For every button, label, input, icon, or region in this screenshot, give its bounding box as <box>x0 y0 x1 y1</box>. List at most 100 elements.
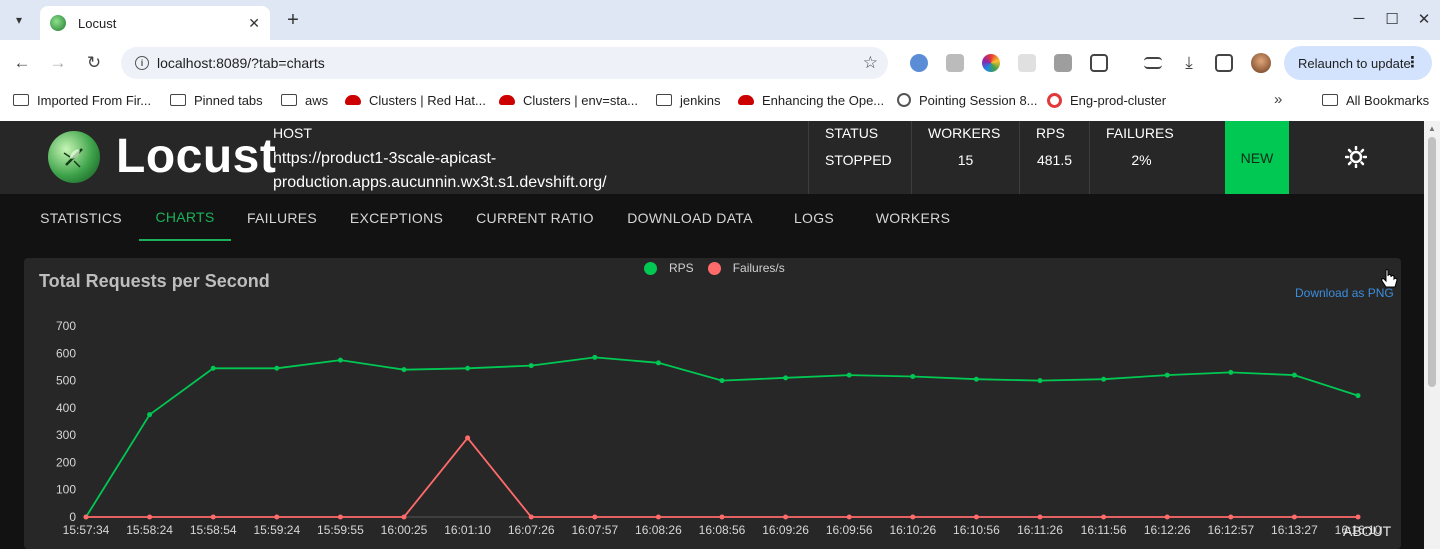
page-scrollbar[interactable]: ▲ <box>1424 121 1440 549</box>
folder-icon <box>13 94 29 106</box>
tab-logs[interactable]: LOGS <box>770 194 858 241</box>
browser-toolbar: ← → ↻ i localhost:8089/?tab=charts ☆ ⤓ R… <box>0 40 1440 86</box>
bookmarks-bar: Imported From Fir... Pinned tabs aws Clu… <box>0 86 1440 114</box>
maximize-icon[interactable]: ☐ <box>1382 10 1402 28</box>
bookmark-label: Pinned tabs <box>194 92 263 108</box>
workers-stat: WORKERS 15 <box>911 121 1019 194</box>
scroll-up-icon[interactable]: ▲ <box>1428 124 1436 133</box>
rps-chart-card: Total Requests per Second RPS Failures/s… <box>24 258 1401 549</box>
stat-label: FAILURES <box>1106 125 1174 141</box>
locust-app: Locust HOST https://product1-3scale-apic… <box>0 121 1424 549</box>
bookmark-item[interactable]: jenkins <box>656 91 720 109</box>
avatar[interactable] <box>1251 53 1271 73</box>
extension-4-icon[interactable] <box>1018 54 1036 72</box>
bookmark-item[interactable]: Enhancing the Ope... <box>738 91 884 109</box>
extension-3-icon[interactable] <box>982 54 1000 72</box>
about-link[interactable]: ABOUT <box>1343 523 1391 539</box>
minimize-icon[interactable]: ─ <box>1349 10 1369 27</box>
tab-charts[interactable]: CHARTS <box>139 194 231 241</box>
folder-icon <box>656 94 672 106</box>
app-logo-text[interactable]: Locust <box>116 129 276 184</box>
tab-current-ratio[interactable]: CURRENT RATIO <box>460 194 610 241</box>
tab-failures[interactable]: FAILURES <box>231 194 333 241</box>
reload-button[interactable]: ↻ <box>83 52 105 74</box>
stat-value: 2% <box>1131 152 1152 168</box>
rps-stat: RPS 481.5 <box>1019 121 1089 194</box>
tab-download-data[interactable]: DOWNLOAD DATA <box>610 194 770 241</box>
app-header: Locust HOST https://product1-3scale-apic… <box>0 121 1424 194</box>
bookmark-label: Imported From Fir... <box>37 92 152 108</box>
download-png-link[interactable]: Download as PNG <box>1295 286 1394 300</box>
browser-tab[interactable]: Locust ✕ <box>40 6 270 40</box>
site-info-icon[interactable]: i <box>135 56 149 70</box>
stat-value: 481.5 <box>1036 152 1073 168</box>
new-test-button[interactable]: NEW <box>1225 121 1289 194</box>
address-bar[interactable]: i localhost:8089/?tab=charts ☆ <box>121 47 888 79</box>
bookmark-star-icon[interactable]: ☆ <box>863 53 878 73</box>
legend-label: RPS <box>669 261 694 275</box>
bookmark-item[interactable]: Pinned tabs <box>170 91 263 109</box>
bookmark-item[interactable]: Clusters | Red Hat... <box>345 91 486 109</box>
bookmark-label: Clusters | Red Hat... <box>369 92 486 108</box>
close-window-icon[interactable]: ✕ <box>1414 10 1434 28</box>
bookmark-item[interactable]: Pointing Session 8... <box>897 91 1038 109</box>
redhat-icon <box>738 95 754 105</box>
folder-icon <box>1322 94 1338 106</box>
side-panel-icon[interactable] <box>1215 54 1233 72</box>
tab-workers[interactable]: WORKERS <box>858 194 968 241</box>
bookmark-item[interactable]: aws <box>281 91 328 109</box>
url-text[interactable]: localhost:8089/?tab=charts <box>157 55 863 71</box>
bookmark-item[interactable]: Imported From Fir... <box>13 91 151 109</box>
media-control-icon[interactable] <box>1144 57 1162 69</box>
bookmark-label: jenkins <box>680 92 721 108</box>
theme-toggle-icon[interactable] <box>1345 146 1367 168</box>
chart-title: Total Requests per Second <box>39 271 270 291</box>
stat-label: RPS <box>1036 125 1065 141</box>
locust-favicon-icon <box>50 15 66 31</box>
legend-item-rps[interactable]: RPS <box>644 261 694 275</box>
extension-2-icon[interactable] <box>946 54 964 72</box>
bookmark-item[interactable]: Eng-prod-cluster <box>1047 91 1166 109</box>
legend-item-failures[interactable]: Failures/s <box>707 261 785 275</box>
legend-dot-icon <box>707 261 721 275</box>
tab-exceptions[interactable]: EXCEPTIONS <box>333 194 460 241</box>
tab-statistics[interactable]: STATISTICS <box>24 194 138 241</box>
app-tabs: STATISTICS CHARTS FAILURES EXCEPTIONS CU… <box>0 194 1424 242</box>
openshift-icon <box>1047 92 1062 108</box>
legend-label: Failures/s <box>732 261 785 275</box>
stat-value: 15 <box>957 152 974 168</box>
forward-button[interactable]: → <box>47 52 69 74</box>
redhat-icon <box>345 95 361 105</box>
extensions-puzzle-icon[interactable] <box>1090 54 1108 72</box>
relaunch-button[interactable]: Relaunch to update ⋮ <box>1284 46 1432 80</box>
all-bookmarks-label: All Bookmarks <box>1346 92 1430 108</box>
chevron-double-right-icon[interactable]: » <box>1274 91 1282 108</box>
more-menu-icon[interactable]: ⋮ <box>1405 53 1420 71</box>
stat-label: WORKERS <box>928 125 1001 141</box>
locust-bug-icon <box>63 148 83 168</box>
tab-strip: ▾ Locust ✕ + ─ ☐ ✕ <box>0 0 1440 40</box>
bookmark-label: Clusters | env=sta... <box>523 92 639 108</box>
extension-5-icon[interactable] <box>1054 54 1072 72</box>
extension-1-icon[interactable] <box>910 54 928 72</box>
host-label: HOST <box>273 125 312 141</box>
all-bookmarks[interactable]: All Bookmarks <box>1322 91 1429 109</box>
host-value: https://product1-3scale-apicast-producti… <box>273 150 607 191</box>
back-button[interactable]: ← <box>11 52 33 74</box>
tab-search-button[interactable]: ▾ <box>6 8 32 32</box>
bookmark-label: Pointing Session 8... <box>919 92 1038 108</box>
browser-chrome: ▾ Locust ✕ + ─ ☐ ✕ ← → ↻ i localhost:808… <box>0 0 1440 121</box>
scroll-thumb[interactable] <box>1428 137 1436 387</box>
redhat-icon <box>499 95 515 105</box>
folder-icon <box>281 94 297 106</box>
download-icon[interactable]: ⤓ <box>1178 52 1200 74</box>
new-tab-button[interactable]: + <box>282 8 304 32</box>
globe-icon <box>897 93 911 107</box>
folder-icon <box>170 94 186 106</box>
tab-title: Locust <box>78 15 117 31</box>
bookmark-label: Enhancing the Ope... <box>762 92 885 108</box>
close-icon[interactable]: ✕ <box>248 15 260 32</box>
failures-stat: FAILURES 2% <box>1089 121 1193 194</box>
hand-cursor-icon <box>1381 269 1398 288</box>
bookmark-item[interactable]: Clusters | env=sta... <box>499 91 638 109</box>
